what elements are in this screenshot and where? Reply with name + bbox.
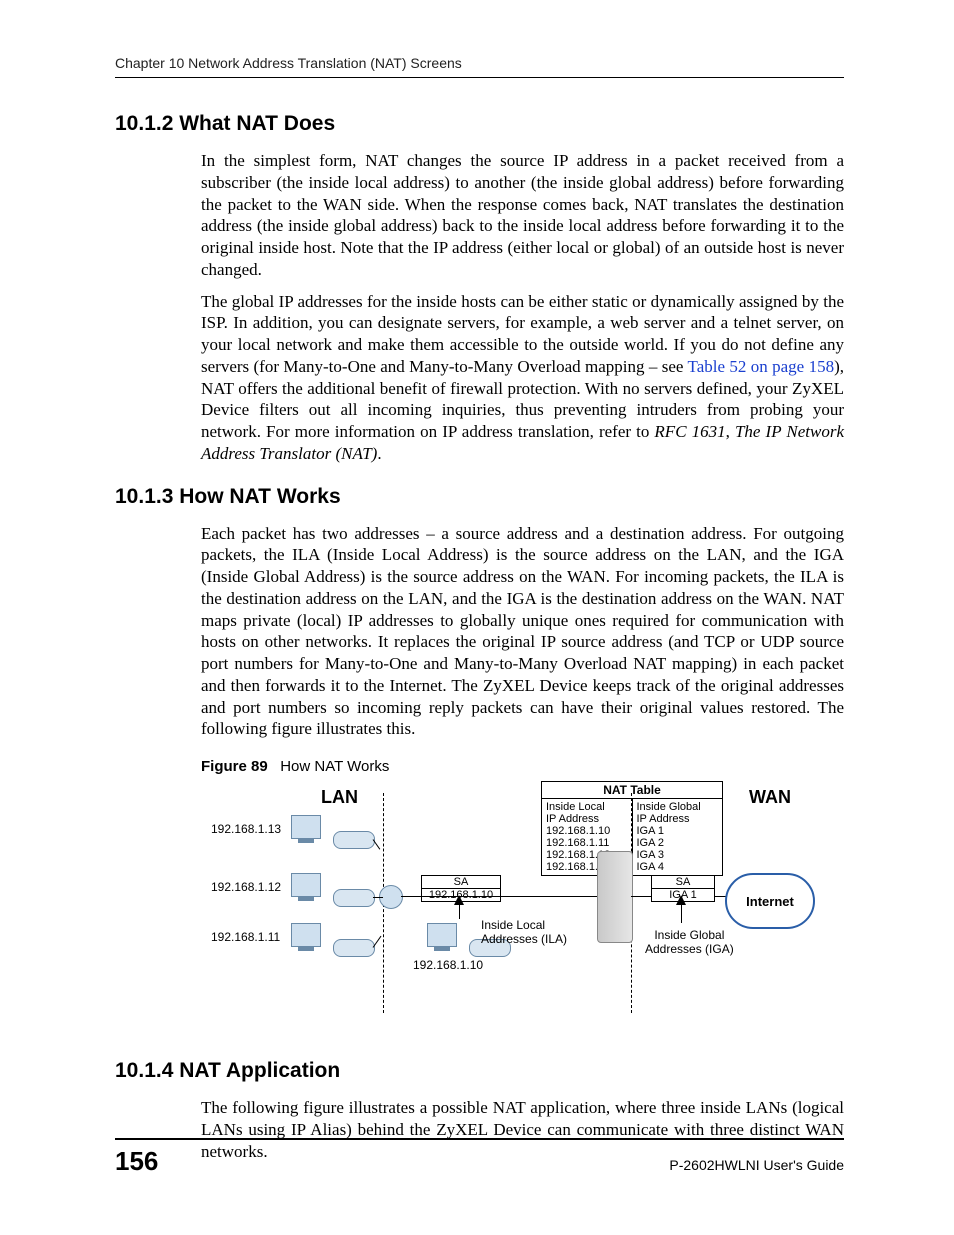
cell: IGA 4	[637, 861, 719, 873]
para: Each packet has two addresses – a source…	[201, 523, 844, 741]
col-header: Inside Global IP Address	[637, 801, 719, 825]
cell: IGA 2	[637, 837, 719, 849]
para: In the simplest form, NAT changes the so…	[201, 150, 844, 281]
ip-label: 192.168.1.12	[211, 881, 281, 895]
para: The global IP addresses for the inside h…	[201, 291, 844, 465]
host-icon	[291, 923, 321, 947]
internet-cloud: Internet	[725, 873, 815, 929]
col-header: Inside Local IP Address	[546, 801, 628, 825]
arrow-shaft	[459, 903, 460, 919]
cell: IGA 1	[637, 825, 719, 837]
switch-icon	[333, 889, 375, 907]
host-icon	[291, 815, 321, 839]
body-10-1-3: Each packet has two addresses – a source…	[201, 523, 844, 741]
page-number: 156	[115, 1146, 158, 1177]
guide-name: P-2602HWLNI User's Guide	[669, 1157, 844, 1173]
ip-label: 192.168.1.10	[413, 959, 483, 973]
text: ,	[726, 422, 735, 441]
figure-title: How NAT Works	[280, 758, 389, 775]
wire	[373, 936, 382, 948]
body-10-1-2: In the simplest form, NAT changes the so…	[201, 150, 844, 465]
host-icon	[291, 873, 321, 897]
ip-label: 192.168.1.13	[211, 823, 281, 837]
lan-label: LAN	[321, 787, 358, 808]
footer-rule	[115, 1138, 844, 1140]
switch-icon	[333, 939, 375, 957]
cell: 192.168.1.10	[546, 825, 628, 837]
router-icon	[597, 851, 633, 943]
figure-label: Figure 89	[201, 758, 268, 775]
running-head: Chapter 10 Network Address Translation (…	[115, 55, 844, 71]
heading-10-1-4: 10.1.4 NAT Application	[115, 1059, 844, 1083]
wan-label: WAN	[749, 787, 791, 808]
wire	[401, 896, 601, 897]
cell: IGA 3	[637, 849, 719, 861]
heading-10-1-2: 10.1.2 What NAT Does	[115, 112, 844, 136]
ip-label: 192.168.1.11	[211, 931, 280, 945]
arrow-shaft	[681, 903, 682, 923]
page-footer: 156 P-2602HWLNI User's Guide	[115, 1138, 844, 1177]
heading-10-1-3: 10.1.3 How NAT Works	[115, 485, 844, 509]
cell: 192.168.1.11	[546, 837, 628, 849]
iga-label: Inside Global Addresses (IGA)	[645, 929, 734, 957]
wire	[373, 897, 383, 898]
figure-89: LAN WAN NAT Table Inside Local IP Addres…	[201, 781, 821, 1019]
switch-icon	[333, 831, 375, 849]
host-icon	[427, 923, 457, 947]
xref-table-52[interactable]: Table 52 on page 158	[688, 357, 835, 376]
sa-label: SA	[652, 876, 714, 889]
rfc-ref: RFC 1631	[654, 422, 725, 441]
ila-label: Inside Local Addresses (ILA)	[481, 919, 567, 947]
text: .	[377, 444, 381, 463]
header-rule	[115, 77, 844, 78]
arrow-up-icon	[454, 895, 464, 905]
figure-caption: Figure 89 How NAT Works	[201, 758, 844, 775]
arrow-up-icon	[676, 895, 686, 905]
nat-table-title: NAT Table	[542, 782, 722, 799]
sa-label: SA	[422, 876, 500, 889]
